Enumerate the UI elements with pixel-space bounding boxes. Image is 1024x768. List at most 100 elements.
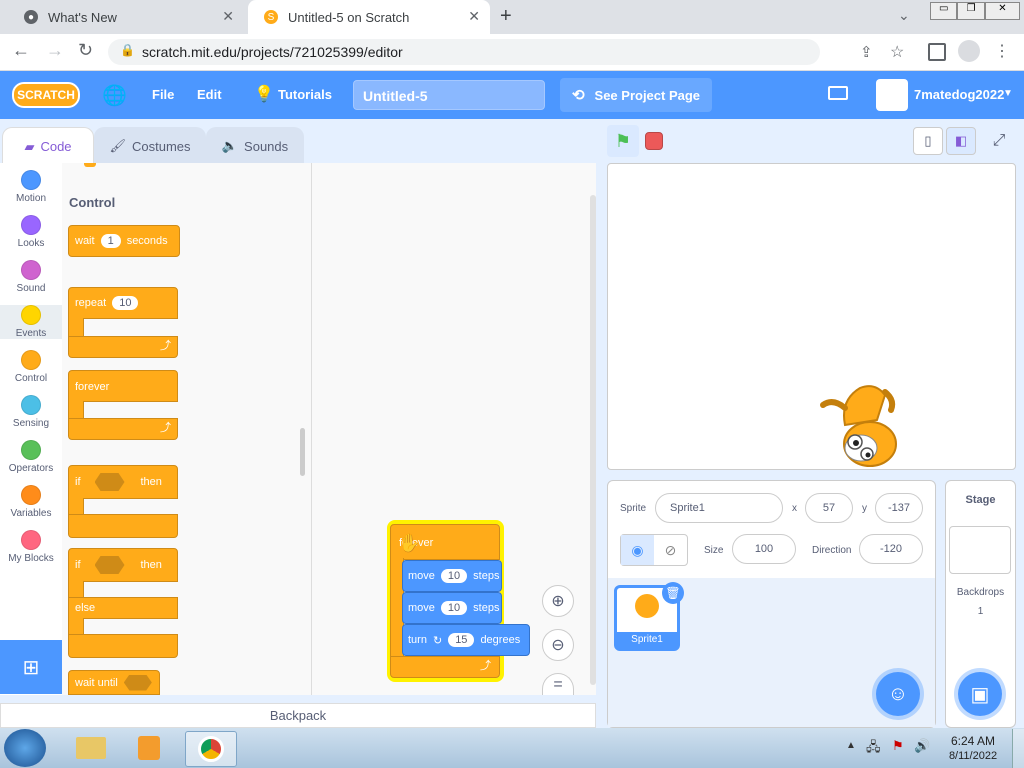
wait-until-block[interactable]: wait until — [68, 670, 160, 695]
category-control[interactable]: Control — [0, 350, 62, 384]
tab-search-icon[interactable]: ⌄ — [898, 7, 910, 24]
edit-menu[interactable]: Edit — [197, 87, 222, 102]
choose-sprite-cat-icon[interactable]: ☺ — [876, 672, 920, 716]
if-else-block[interactable]: if then — [68, 548, 178, 582]
my-stuff-folder-icon[interactable] — [828, 86, 848, 100]
language-globe-icon[interactable]: 🌐 — [102, 83, 127, 108]
cat-sprite-on-stage[interactable] — [815, 380, 905, 472]
tab-title: Untitled-5 on Scratch — [288, 9, 410, 25]
category-sensing[interactable]: Sensing — [0, 395, 62, 429]
chevron-down-icon[interactable]: ▼ — [1003, 88, 1013, 99]
boolean-slot[interactable] — [94, 473, 125, 491]
show-hidden-icons-icon[interactable]: ▲ — [846, 740, 856, 751]
category-sound[interactable]: Sound — [0, 260, 62, 294]
category-operators[interactable]: Operators — [0, 440, 62, 474]
scratch-logo[interactable]: SCRATCH — [12, 82, 80, 108]
action-center-flag-icon[interactable]: ⚑ — [892, 738, 904, 754]
forever-block[interactable]: forever — [68, 370, 178, 402]
category-events[interactable]: Events — [0, 305, 62, 339]
see-project-page-button[interactable]: ⟲ See Project Page — [560, 78, 712, 112]
choose-backdrop-icon[interactable]: ▣ — [958, 672, 1002, 716]
block-input[interactable]: 10 — [112, 296, 139, 310]
share-icon[interactable]: ⇪ — [860, 43, 873, 61]
palette-scrollbar[interactable] — [300, 428, 305, 476]
backpack-bar[interactable]: Backpack — [0, 703, 596, 728]
repeat-block[interactable]: repeat 10 — [68, 287, 178, 319]
stage-canvas[interactable] — [607, 163, 1016, 470]
category-motion[interactable]: Motion — [0, 170, 62, 204]
move-steps-block-1[interactable]: move 10 steps — [402, 560, 502, 592]
zoom-in-icon[interactable]: ⊕ — [542, 585, 574, 617]
delete-sprite-trash-icon[interactable]: 🗑 — [662, 582, 684, 604]
block-input[interactable]: 10 — [440, 601, 468, 615]
category-looks[interactable]: Looks — [0, 215, 62, 249]
clock-time[interactable]: 6:24 AM — [940, 734, 1006, 748]
forward-icon[interactable]: → — [46, 40, 64, 61]
tab-sounds[interactable]: 🔈 Sounds — [206, 127, 304, 165]
tab-untitled-5[interactable]: S Untitled-5 on Scratch ✕ — [248, 0, 490, 34]
bookmark-star-icon[interactable]: ☆ — [890, 42, 904, 62]
tab-whats-new[interactable]: ● What's New ✕ — [8, 0, 244, 34]
volume-icon[interactable]: 🔊 — [914, 738, 930, 754]
add-extension-button[interactable]: ⊞ — [0, 640, 62, 694]
restore-button[interactable]: ❐ — [957, 2, 985, 20]
boolean-slot[interactable] — [123, 674, 152, 691]
wait-seconds-block[interactable]: wait 1 seconds — [68, 225, 180, 257]
category-variables[interactable]: Variables — [0, 485, 62, 519]
tab-costumes[interactable]: 🖌 Costumes — [94, 127, 206, 165]
network-icon[interactable]: 🖧 — [866, 738, 881, 760]
normal-stage-icon[interactable]: ◧ — [946, 127, 976, 155]
clock-date[interactable]: 8/11/2022 — [940, 750, 1006, 762]
block-label: degrees — [480, 634, 521, 646]
reload-icon[interactable]: ↻ — [78, 40, 93, 61]
stop-sign-icon[interactable] — [645, 132, 663, 150]
backdrop-thumbnail[interactable] — [949, 526, 1011, 574]
category-my-blocks[interactable]: My Blocks — [0, 530, 62, 564]
close-tab-icon[interactable]: ✕ — [222, 8, 234, 25]
category-color-dot — [21, 305, 41, 325]
tab-title: What's New — [48, 9, 117, 25]
green-flag-icon[interactable]: ⚑ — [607, 125, 639, 157]
show-eye-icon[interactable]: ◉ — [621, 535, 654, 565]
more-menu-icon[interactable]: ⋮ — [994, 41, 1010, 61]
back-icon[interactable]: ← — [12, 40, 30, 61]
small-stage-icon[interactable]: ▯ — [913, 127, 943, 155]
visibility-toggle: ◉ ⊘ — [620, 534, 688, 566]
tutorials-button[interactable]: Tutorials — [278, 87, 332, 102]
zoom-out-icon[interactable]: ⊖ — [542, 629, 574, 661]
file-menu[interactable]: File — [152, 87, 174, 102]
chrome-taskbar-icon[interactable] — [185, 731, 237, 767]
project-title-input[interactable]: Untitled-5 — [353, 80, 545, 110]
side-panel-icon[interactable] — [928, 43, 946, 61]
turn-degrees-block[interactable]: turn ↻ 15 degrees — [402, 624, 530, 656]
block-label: wait until — [75, 676, 118, 689]
block-input[interactable]: 10 — [440, 569, 468, 583]
sprite-name-input[interactable]: Sprite1 — [655, 493, 783, 523]
new-tab-icon[interactable]: + — [500, 5, 512, 28]
user-avatar[interactable] — [876, 79, 908, 111]
minimize-button[interactable]: ▭ — [930, 2, 958, 20]
direction-input[interactable]: -120 — [859, 534, 923, 564]
file-explorer-icon[interactable] — [66, 731, 116, 765]
y-position-input[interactable]: -137 — [875, 493, 923, 523]
fullscreen-icon[interactable]: ⤢ — [984, 127, 1014, 155]
media-player-icon[interactable] — [124, 731, 174, 765]
start-button-icon[interactable] — [4, 729, 46, 767]
block-input[interactable]: 1 — [100, 234, 121, 248]
tab-code[interactable]: ▰ Code — [2, 127, 94, 165]
username-menu[interactable]: 7matedog2022 — [914, 87, 1004, 102]
workspace-vertical-scrollbar[interactable] — [590, 195, 596, 685]
if-then-block[interactable]: if then — [68, 465, 178, 499]
size-input[interactable]: 100 — [732, 534, 796, 564]
close-tab-icon[interactable]: ✕ — [468, 8, 480, 25]
boolean-slot[interactable] — [94, 556, 125, 574]
close-window-button[interactable]: ✕ — [984, 2, 1020, 20]
url-bar[interactable]: 🔒 scratch.mit.edu/projects/721025399/edi… — [108, 39, 820, 65]
category-label: Sensing — [12, 418, 50, 429]
hide-eye-icon[interactable]: ⊘ — [654, 535, 687, 565]
block-input[interactable]: 15 — [448, 633, 475, 647]
move-steps-block-2[interactable]: move 10 steps — [402, 592, 502, 624]
x-position-input[interactable]: 57 — [805, 493, 853, 523]
profile-avatar-icon[interactable] — [958, 40, 980, 62]
show-desktop-button[interactable] — [1012, 729, 1024, 768]
